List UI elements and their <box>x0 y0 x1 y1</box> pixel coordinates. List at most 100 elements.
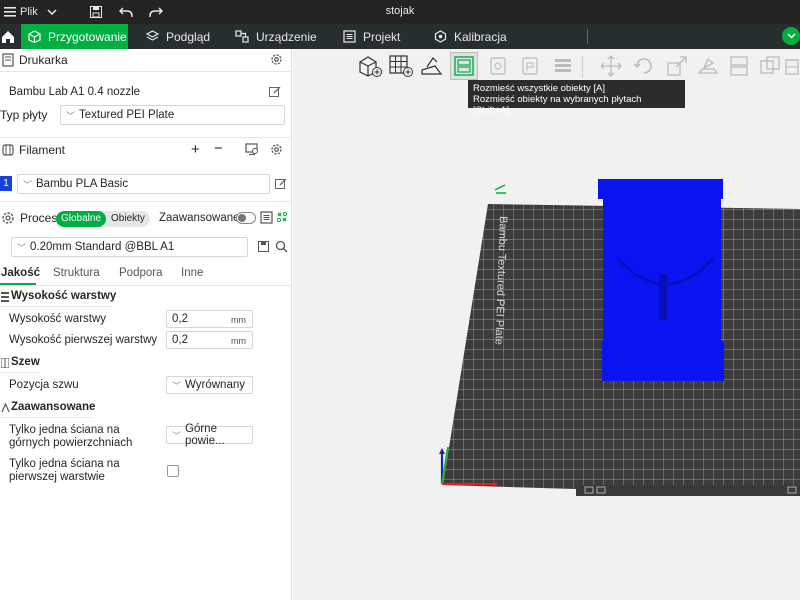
cube-icon <box>28 30 41 43</box>
first-layer-height-value: 0,2 <box>172 334 188 346</box>
support-paint-icon <box>785 59 799 75</box>
single-wall-top-label-line1: Tylko jedna ściana na <box>9 424 120 436</box>
tab-prepare[interactable]: Przygotowanie <box>21 24 128 49</box>
3d-viewport[interactable]: Bambu Textured PEI Plate <box>293 49 800 600</box>
split-icon <box>490 57 506 75</box>
first-layer-height-label: Wysokość pierwszej warstwy <box>9 334 158 346</box>
advanced-mode-label: Zaawansowane <box>159 212 240 224</box>
tab-calibration[interactable]: Kalibracja <box>434 24 507 49</box>
cut-icon <box>730 56 748 76</box>
advanced-mode-toggle[interactable] <box>236 212 256 224</box>
plate-type-select[interactable]: ﹀ Textured PEI Plate <box>60 105 285 125</box>
divider <box>0 137 292 138</box>
gear-icon[interactable] <box>270 143 283 156</box>
plate-edit-icon[interactable] <box>494 184 506 194</box>
first-layer-height-unit: mm <box>231 336 246 346</box>
seam-position-select[interactable]: ﹀ Wyrównany <box>166 376 253 394</box>
support-paint-button[interactable] <box>784 52 800 80</box>
printer-preset-value: Bambu Lab A1 0.4 nozzle <box>9 86 141 98</box>
sliders-icon[interactable] <box>276 211 288 224</box>
tab-project[interactable]: Projekt <box>343 24 400 49</box>
process-mode-switch[interactable]: Globalne Obiekty <box>56 211 150 227</box>
filament-color-swatch[interactable]: 1 <box>0 176 12 191</box>
sync-filament-icon[interactable] <box>245 143 259 156</box>
rotate-button[interactable] <box>630 52 658 80</box>
tab-device[interactable]: Urządzenie <box>235 24 317 49</box>
compare-icon[interactable] <box>260 211 273 224</box>
lay-on-face-icon <box>697 57 719 74</box>
add-plate-button[interactable] <box>387 52 415 80</box>
boolean-button[interactable] <box>756 52 784 80</box>
process-gear-icon <box>2 212 14 224</box>
lay-on-face-button[interactable] <box>694 52 722 80</box>
tab-preview-label: Podgląd <box>166 29 211 44</box>
subtab-strength[interactable]: Strukturа <box>53 267 100 279</box>
single-wall-top-value: Górne powie... <box>185 423 225 447</box>
advanced-icon <box>1 403 10 413</box>
object-top-face <box>598 179 723 199</box>
split-parts-button[interactable] <box>516 52 544 80</box>
rotate-icon <box>633 58 652 74</box>
subtab-quality[interactable]: Jakość <box>1 267 40 279</box>
subtab-others[interactable]: Inne <box>181 267 203 279</box>
process-preset-value: 0.20mm Standard @BBL A1 <box>30 241 175 253</box>
remove-filament-button[interactable]: − <box>214 140 223 157</box>
single-wall-top-select[interactable]: ﹀ Górne powie... <box>166 423 253 447</box>
build-plate-scene[interactable]: Bambu Textured PEI Plate <box>293 49 800 600</box>
arrange-button[interactable] <box>450 52 478 80</box>
add-filament-button[interactable]: + <box>191 141 200 158</box>
first-layer-height-input[interactable]: 0,2 mm <box>166 331 253 349</box>
layers-icon <box>146 30 159 41</box>
edit-icon[interactable] <box>269 86 281 98</box>
move-icon <box>600 55 622 77</box>
chevron-down-icon: ﹀ <box>66 110 76 121</box>
layers-icon <box>1 292 9 302</box>
filament-preset-select[interactable]: ﹀ Bambu PLA Basic <box>17 174 270 194</box>
home-icon <box>2 30 14 43</box>
group-underline <box>0 372 40 373</box>
layer-height-unit: mm <box>231 315 246 325</box>
edit-icon[interactable] <box>275 178 287 190</box>
main-tab-bar: Przygotowanie Podgląd Urządzenie Projekt… <box>0 24 800 49</box>
home-button[interactable] <box>0 24 15 49</box>
tab-divider <box>587 29 588 44</box>
save-preset-icon[interactable] <box>258 241 270 253</box>
process-preset-select[interactable]: ﹀ 0.20mm Standard @BBL A1 <box>11 237 248 257</box>
object-base <box>602 341 724 381</box>
orient-button[interactable] <box>418 52 446 80</box>
mode-objects-option[interactable]: Obiekty <box>106 211 150 227</box>
orient-icon <box>421 57 443 75</box>
mode-global-option[interactable]: Globalne <box>56 211 107 227</box>
single-wall-top-label-line2: górnych powierzchniach <box>9 437 133 449</box>
process-subtabs: Jakość Strukturа Podpora Inne <box>0 266 292 285</box>
chevron-down-icon: ﹀ <box>172 430 182 441</box>
tab-preview[interactable]: Podgląd <box>146 24 210 49</box>
seam-icon <box>1 358 9 368</box>
model-object[interactable] <box>598 179 724 381</box>
single-wall-first-checkbox[interactable] <box>167 465 179 477</box>
printer-section-title: Drukarka <box>19 53 68 67</box>
advanced-group-title: Zaawansowane <box>11 401 96 413</box>
subtab-support[interactable]: Podpora <box>119 267 162 279</box>
split-objects-button[interactable] <box>484 52 512 80</box>
scale-button[interactable] <box>663 52 691 80</box>
single-wall-first-label-line1: Tylko jedna ściana na <box>9 458 120 470</box>
tab-prepare-label: Przygotowanie <box>48 29 127 44</box>
plate-type-label: Typ płyty <box>0 108 48 122</box>
move-button[interactable] <box>597 52 625 80</box>
layers-edit-button[interactable] <box>549 52 577 80</box>
viewport-toolbar <box>354 51 800 81</box>
plate-bottom-bar <box>576 485 800 496</box>
expand-menu-button[interactable] <box>782 27 800 45</box>
divider <box>0 71 292 72</box>
add-plate-icon <box>389 55 413 77</box>
calibration-icon <box>434 30 447 43</box>
layer-height-input[interactable]: 0,2 mm <box>166 310 253 328</box>
gear-icon[interactable] <box>270 53 283 66</box>
seam-position-value: Wyrównany <box>185 379 245 391</box>
layer-height-label: Wysokość warstwy <box>9 313 107 325</box>
search-icon[interactable] <box>275 240 288 253</box>
add-object-button[interactable] <box>356 52 384 80</box>
cut-button[interactable] <box>725 52 753 80</box>
printer-preset-select[interactable]: Bambu Lab A1 0.4 nozzle <box>2 82 266 102</box>
